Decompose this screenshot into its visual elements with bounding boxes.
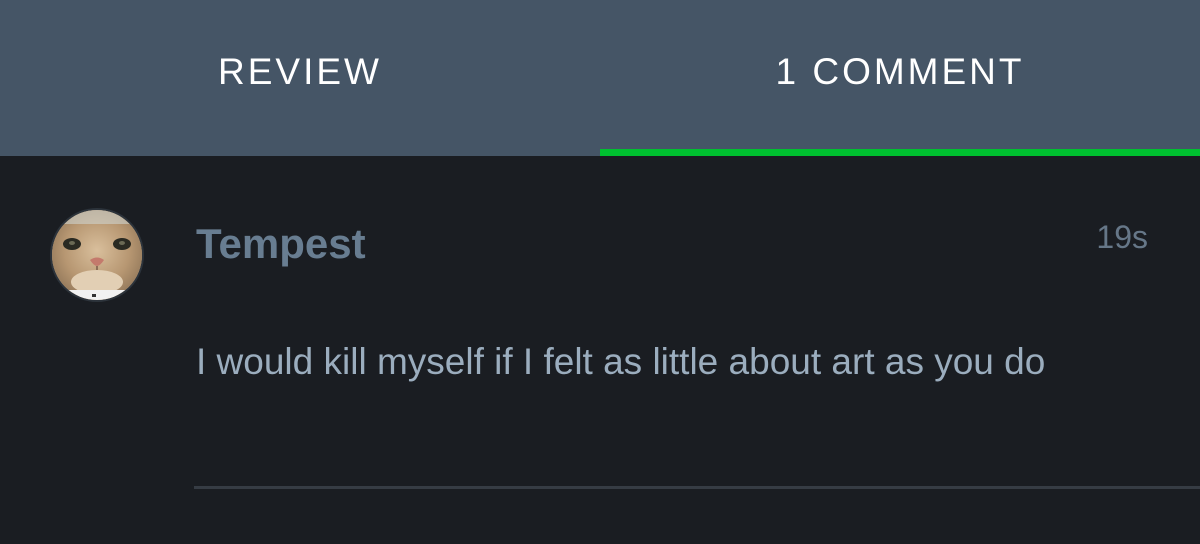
comment-item: Tempest 19s I would kill myself if I fel… bbox=[0, 156, 1200, 544]
avatar[interactable] bbox=[50, 208, 144, 302]
tab-comments[interactable]: 1 COMMENT bbox=[600, 0, 1200, 156]
tab-review[interactable]: REVIEW bbox=[0, 0, 600, 156]
tab-bar: REVIEW 1 COMMENT bbox=[0, 0, 1200, 156]
comment-username[interactable]: Tempest bbox=[196, 220, 366, 268]
tab-review-label: REVIEW bbox=[218, 51, 382, 92]
comment-text: I would kill myself if I felt as little … bbox=[196, 341, 1046, 382]
cat-face-avatar-icon bbox=[52, 210, 142, 300]
comment-divider bbox=[194, 486, 1200, 489]
comment-timestamp: 19s bbox=[1096, 219, 1148, 255]
active-tab-indicator bbox=[600, 149, 1200, 156]
tab-comments-label: 1 COMMENT bbox=[775, 51, 1025, 92]
